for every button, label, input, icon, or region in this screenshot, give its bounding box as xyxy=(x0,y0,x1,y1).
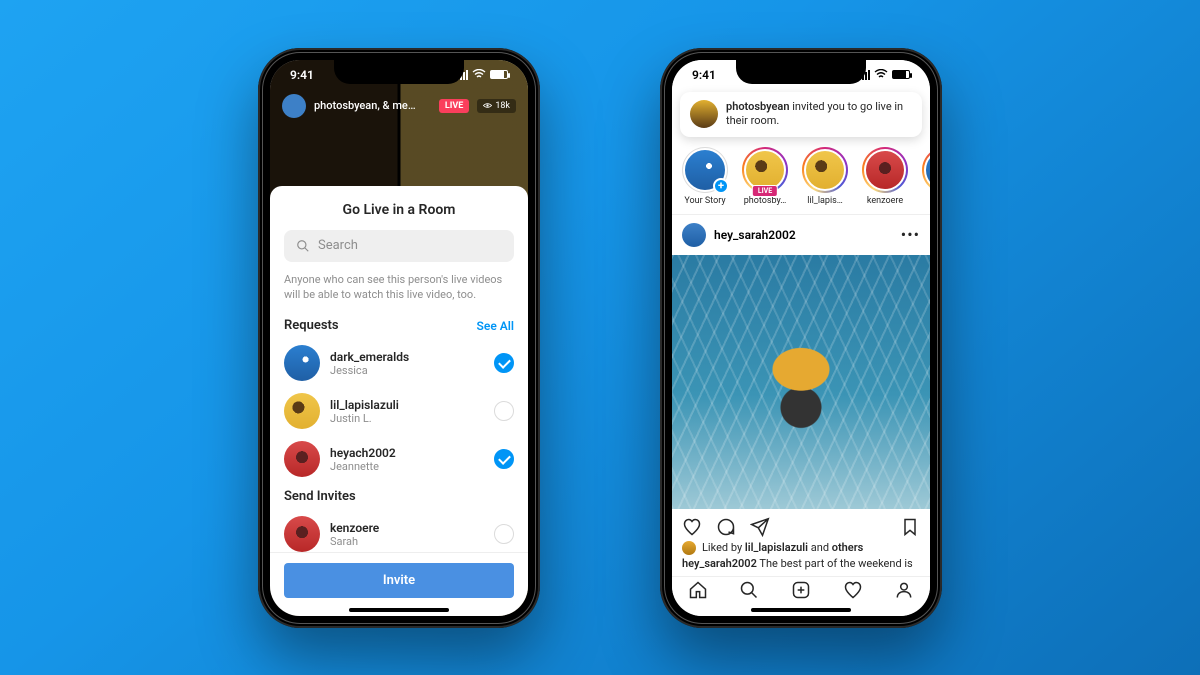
comment-icon[interactable] xyxy=(716,517,736,537)
selection-checkbox[interactable] xyxy=(494,401,514,421)
live-badge: LIVE xyxy=(439,99,469,113)
story-label: Your Story xyxy=(684,196,725,206)
notch xyxy=(334,60,464,84)
activity-tab-icon[interactable] xyxy=(843,580,863,604)
broadcaster-avatar[interactable] xyxy=(282,94,306,118)
username: lil_lapislazuli xyxy=(330,398,484,412)
status-time: 9:41 xyxy=(692,68,716,82)
home-tab-icon[interactable] xyxy=(688,580,708,604)
post-author-avatar[interactable] xyxy=(682,223,706,247)
display-name: Justin L. xyxy=(330,412,484,425)
search-input[interactable]: Search xyxy=(284,230,514,262)
wifi-icon xyxy=(874,68,888,82)
post-author-username[interactable]: hey_sarah2002 xyxy=(714,228,893,242)
user-avatar[interactable] xyxy=(284,393,320,429)
display-name: Sarah xyxy=(330,535,484,548)
selection-checkbox[interactable] xyxy=(494,449,514,469)
requests-list: dark_emeralds Jessica lil_lapislazuli Ju… xyxy=(270,339,528,551)
bookmark-icon[interactable] xyxy=(900,517,920,537)
screen-right: 9:41 photosbyean invited you to go live … xyxy=(672,60,930,616)
viewer-count-badge[interactable]: 18k xyxy=(477,99,516,113)
notification-avatar xyxy=(690,100,718,128)
username: heyach2002 xyxy=(330,446,484,460)
user-avatar[interactable] xyxy=(284,441,320,477)
story-live-badge: LIVE xyxy=(752,185,778,197)
sheet-title: Go Live in a Room xyxy=(270,186,528,230)
story-item[interactable]: dark_… xyxy=(920,147,930,206)
request-row[interactable]: heyach2002 Jeannette xyxy=(270,435,528,483)
story-your-story[interactable]: + Your Story xyxy=(680,147,730,206)
live-invite-notification[interactable]: photosbyean invited you to go live in th… xyxy=(680,92,922,138)
share-icon[interactable] xyxy=(750,517,770,537)
caption-username[interactable]: hey_sarah2002 xyxy=(682,557,757,570)
phone-left: 9:41 photosbyean, & me… LIVE 18k Go Live… xyxy=(258,48,540,628)
wifi-icon xyxy=(472,68,486,82)
stories-tray[interactable]: + Your Story LIVE photosby… lil_lapis… k… xyxy=(672,143,930,215)
liked-by-suffix: and xyxy=(808,541,832,554)
go-live-sheet: Go Live in a Room Search Anyone who can … xyxy=(270,186,528,616)
story-label: lil_lapis… xyxy=(807,196,843,206)
invite-button[interactable]: Invite xyxy=(284,563,514,598)
live-header: photosbyean, & me… LIVE 18k xyxy=(270,94,528,118)
story-item[interactable]: lil_lapis… xyxy=(800,147,850,206)
user-avatar[interactable] xyxy=(284,345,320,381)
invite-bar: Invite xyxy=(270,552,528,616)
send-invites-title: Send Invites xyxy=(284,489,356,504)
viewer-count: 18k xyxy=(495,101,510,111)
user-avatar[interactable] xyxy=(284,516,320,551)
story-label: photosby… xyxy=(744,196,787,206)
create-tab-icon[interactable] xyxy=(791,580,811,604)
post-actions xyxy=(672,509,930,541)
liked-by-prefix: Liked by xyxy=(702,541,745,554)
display-name: Jessica xyxy=(330,364,484,377)
story-item[interactable]: LIVE photosby… xyxy=(740,147,790,206)
add-story-icon[interactable]: + xyxy=(713,178,729,194)
request-row[interactable]: lil_lapislazuli Justin L. xyxy=(270,387,528,435)
username: kenzoere xyxy=(330,521,484,535)
likes-row[interactable]: Liked by lil_lapislazuli and others xyxy=(672,541,930,557)
broadcaster-usernames[interactable]: photosbyean, & me… xyxy=(314,99,431,112)
search-icon xyxy=(296,239,310,253)
notification-text: photosbyean invited you to go live in th… xyxy=(726,100,912,130)
status-time: 9:41 xyxy=(290,68,314,82)
feed-screen: 9:41 photosbyean invited you to go live … xyxy=(672,60,930,616)
battery-icon xyxy=(892,70,910,79)
post-more-icon[interactable]: ••• xyxy=(901,225,920,244)
notch xyxy=(736,60,866,84)
selection-checkbox[interactable] xyxy=(494,524,514,544)
home-indicator[interactable] xyxy=(349,608,449,612)
home-indicator[interactable] xyxy=(751,608,851,612)
send-invites-section-header: Send Invites xyxy=(270,483,528,510)
search-placeholder: Search xyxy=(318,238,358,253)
screen-left: 9:41 photosbyean, & me… LIVE 18k Go Live… xyxy=(270,60,528,616)
liker-avatar xyxy=(682,541,696,555)
story-label: kenzoere xyxy=(867,196,903,206)
battery-icon xyxy=(490,70,508,79)
post-header: hey_sarah2002 ••• xyxy=(672,215,930,255)
see-all-link[interactable]: See All xyxy=(477,319,514,333)
notification-username: photosbyean xyxy=(726,100,790,113)
story-item[interactable]: kenzoere xyxy=(860,147,910,206)
username: dark_emeralds xyxy=(330,350,484,364)
request-row[interactable]: dark_emeralds Jessica xyxy=(270,339,528,387)
display-name: Jeannette xyxy=(330,460,484,473)
like-icon[interactable] xyxy=(682,517,702,537)
visibility-hint: Anyone who can see this person's live vi… xyxy=(270,272,528,313)
search-tab-icon[interactable] xyxy=(739,580,759,604)
phone-right: 9:41 photosbyean invited you to go live … xyxy=(660,48,942,628)
profile-tab-icon[interactable] xyxy=(894,580,914,604)
requests-title: Requests xyxy=(284,318,339,333)
liked-by-others[interactable]: others xyxy=(832,541,864,554)
post-caption: hey_sarah2002 The best part of the weeke… xyxy=(672,557,930,576)
requests-section-header: Requests See All xyxy=(270,312,528,339)
status-right-icons xyxy=(859,68,910,82)
invite-row[interactable]: kenzoere Sarah xyxy=(270,510,528,551)
selection-checkbox[interactable] xyxy=(494,353,514,373)
caption-text: The best part of the weekend is xyxy=(757,557,913,570)
post-image[interactable] xyxy=(672,255,930,509)
liked-by-user[interactable]: lil_lapislazuli xyxy=(745,541,808,554)
status-right-icons xyxy=(457,68,508,82)
